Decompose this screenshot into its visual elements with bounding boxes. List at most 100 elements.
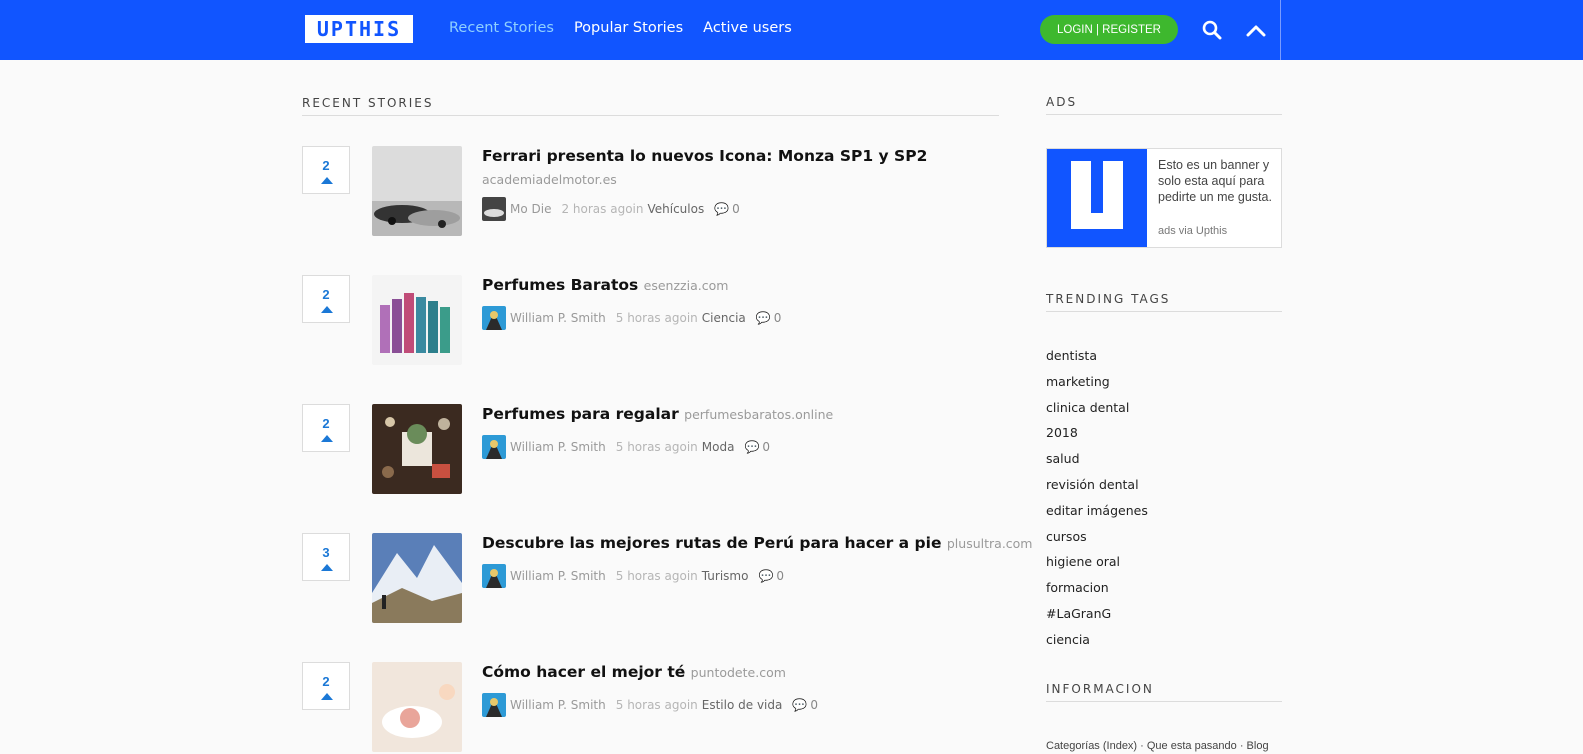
informacion-heading: INFORMACION (1046, 682, 1154, 696)
comment-count: 0 (762, 440, 771, 454)
author-avatar[interactable] (482, 693, 506, 717)
story-title-text: Descubre las mejores rutas de Perú para … (482, 534, 942, 552)
story-item: 3 Descubre las mejores rutas de Perú par… (302, 533, 1032, 625)
comments-link[interactable]: 💬 0 (758, 569, 784, 583)
upvote-button[interactable]: 2 (302, 275, 350, 323)
upvote-button[interactable]: 2 (302, 662, 350, 710)
story-category[interactable]: Ciencia (702, 311, 746, 325)
tag-link[interactable]: marketing (1046, 369, 1148, 395)
comment-icon: 💬 (755, 311, 771, 325)
comment-icon: 💬 (744, 440, 760, 454)
vote-count: 2 (322, 674, 330, 689)
vote-count: 2 (322, 287, 330, 302)
chevron-up-icon[interactable] (1242, 16, 1270, 44)
tag-link[interactable]: cursos (1046, 524, 1148, 550)
story-domain[interactable]: esenzzia.com (644, 278, 729, 293)
upvote-button[interactable]: 3 (302, 533, 350, 581)
story-category[interactable]: Vehículos (647, 202, 704, 216)
story-thumbnail[interactable] (372, 404, 462, 494)
upvote-button[interactable]: 2 (302, 404, 350, 452)
upvote-arrow-icon (321, 177, 333, 184)
nav-recent-stories[interactable]: Recent Stories (449, 20, 554, 36)
comment-icon: 💬 (758, 569, 774, 583)
story-meta: William P. Smith 5 horas agoin Estilo de… (482, 693, 818, 717)
tag-link[interactable]: salud (1046, 446, 1148, 472)
story-category[interactable]: Turismo (702, 569, 749, 583)
upthis-logo-icon (1047, 149, 1147, 247)
tag-link[interactable]: dentista (1046, 343, 1148, 369)
story-domain[interactable]: perfumesbaratos.online (684, 407, 833, 422)
story-title[interactable]: Perfumes para regalar perfumesbaratos.on… (482, 405, 1002, 423)
story-item: 2 Perfumes Baratos esenzzia.com William … (302, 275, 1002, 367)
section-divider (302, 115, 999, 116)
vote-count: 2 (322, 158, 330, 173)
comments-link[interactable]: 💬 0 (714, 202, 740, 216)
story-time: 5 horas agoin (615, 698, 698, 712)
comment-icon: 💬 (714, 202, 730, 216)
top-navbar: UPTHIS Recent Stories Popular Stories Ac… (0, 0, 1583, 60)
story-title-text: Ferrari presenta lo nuevos Icona: Monza … (482, 147, 928, 165)
vote-count: 2 (322, 416, 330, 431)
story-title[interactable]: Cómo hacer el mejor té puntodete.com (482, 663, 1002, 681)
site-logo[interactable]: UPTHIS (305, 15, 413, 43)
story-time: 2 horas agoin (561, 202, 644, 216)
author-name[interactable]: William P. Smith (510, 698, 606, 712)
upvote-button[interactable]: 2 (302, 146, 350, 194)
comments-link[interactable]: 💬 0 (744, 440, 770, 454)
story-domain[interactable]: plusultra.com (947, 536, 1033, 551)
info-links[interactable]: Categorías (Index) · Que esta pasando · … (1046, 740, 1282, 752)
story-title[interactable]: Perfumes Baratos esenzzia.com (482, 276, 1002, 294)
story-domain[interactable]: puntodete.com (691, 665, 786, 680)
header-divider (1280, 0, 1281, 60)
story-thumbnail[interactable] (372, 533, 462, 623)
story-thumbnail[interactable] (372, 146, 462, 236)
upvote-arrow-icon (321, 306, 333, 313)
ad-via[interactable]: ads via Upthis (1158, 225, 1227, 237)
author-name[interactable]: William P. Smith (510, 569, 606, 583)
tag-link[interactable]: ciencia (1046, 627, 1148, 653)
login-register-button[interactable]: LOGIN | REGISTER (1040, 15, 1178, 44)
comment-icon: 💬 (792, 698, 808, 712)
story-meta: Mo Die 2 horas agoin Vehículos 💬 0 (482, 197, 740, 221)
tag-link[interactable]: revisión dental (1046, 472, 1148, 498)
nav-active-users[interactable]: Active users (703, 20, 792, 36)
story-item: 2 Cómo hacer el mejor té puntodete.com W… (302, 662, 1002, 754)
comment-count: 0 (810, 698, 818, 712)
tag-link[interactable]: #LaGranG (1046, 601, 1148, 627)
comment-count: 0 (773, 311, 782, 325)
tag-link[interactable]: editar imágenes (1046, 498, 1148, 524)
comments-link[interactable]: 💬 0 (756, 311, 782, 325)
story-item: 2 Ferrari presenta lo nuevos Icona: Monz… (302, 146, 1002, 238)
upvote-arrow-icon (321, 564, 333, 571)
story-meta: William P. Smith 5 horas agoin Moda 💬 0 (482, 435, 770, 459)
tag-link[interactable]: higiene oral (1046, 549, 1148, 575)
story-thumbnail[interactable] (372, 662, 462, 752)
comments-link[interactable]: 💬 0 (792, 698, 818, 712)
author-avatar[interactable] (482, 306, 506, 330)
author-name[interactable]: William P. Smith (510, 311, 606, 325)
tag-link[interactable]: formacion (1046, 575, 1148, 601)
story-thumbnail[interactable] (372, 275, 462, 365)
ad-text: Esto es un banner y solo esta aquí para … (1158, 158, 1272, 204)
story-category[interactable]: Estilo de vida (702, 698, 783, 712)
story-time: 5 horas agoin (615, 569, 698, 583)
search-icon[interactable] (1198, 16, 1226, 44)
story-title[interactable]: Descubre las mejores rutas de Perú para … (482, 534, 1032, 552)
author-avatar[interactable] (482, 564, 506, 588)
story-domain[interactable]: academiadelmotor.es (482, 172, 617, 187)
recent-stories-heading: RECENT STORIES (302, 96, 434, 110)
story-title-text: Perfumes Baratos (482, 276, 639, 294)
upvote-arrow-icon (321, 435, 333, 442)
tag-link[interactable]: clinica dental (1046, 395, 1148, 421)
author-avatar[interactable] (482, 197, 506, 221)
story-category[interactable]: Moda (702, 440, 735, 454)
author-avatar[interactable] (482, 435, 506, 459)
section-divider (1046, 701, 1282, 702)
author-name[interactable]: Mo Die (510, 202, 551, 216)
comment-count: 0 (776, 569, 785, 583)
tag-link[interactable]: 2018 (1046, 420, 1148, 446)
ad-banner[interactable]: Esto es un banner y solo esta aquí para … (1046, 148, 1282, 248)
story-title[interactable]: Ferrari presenta lo nuevos Icona: Monza … (482, 147, 1002, 165)
author-name[interactable]: William P. Smith (510, 440, 606, 454)
nav-popular-stories[interactable]: Popular Stories (574, 20, 683, 36)
